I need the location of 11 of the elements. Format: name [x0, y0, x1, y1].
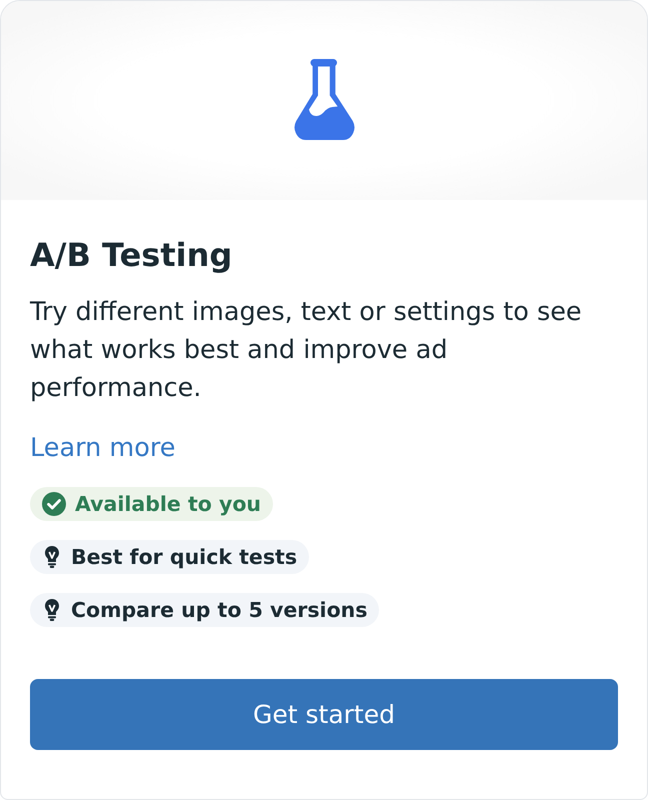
learn-more-link[interactable]: Learn more — [30, 429, 176, 467]
get-started-button[interactable]: Get started — [30, 679, 618, 750]
tag-label: Best for quick tests — [71, 545, 298, 569]
check-circle-icon — [42, 492, 66, 516]
tag-label: Compare up to 5 versions — [71, 598, 368, 622]
card-title: A/B Testing — [30, 236, 232, 275]
flask-icon — [294, 58, 354, 140]
tag-label: Available to you — [75, 492, 262, 516]
lightbulb-icon — [45, 599, 59, 621]
card-description: Try different images, text or settings to see what works best and improve ad performance. — [30, 296, 583, 405]
lightbulb-icon — [45, 546, 59, 568]
